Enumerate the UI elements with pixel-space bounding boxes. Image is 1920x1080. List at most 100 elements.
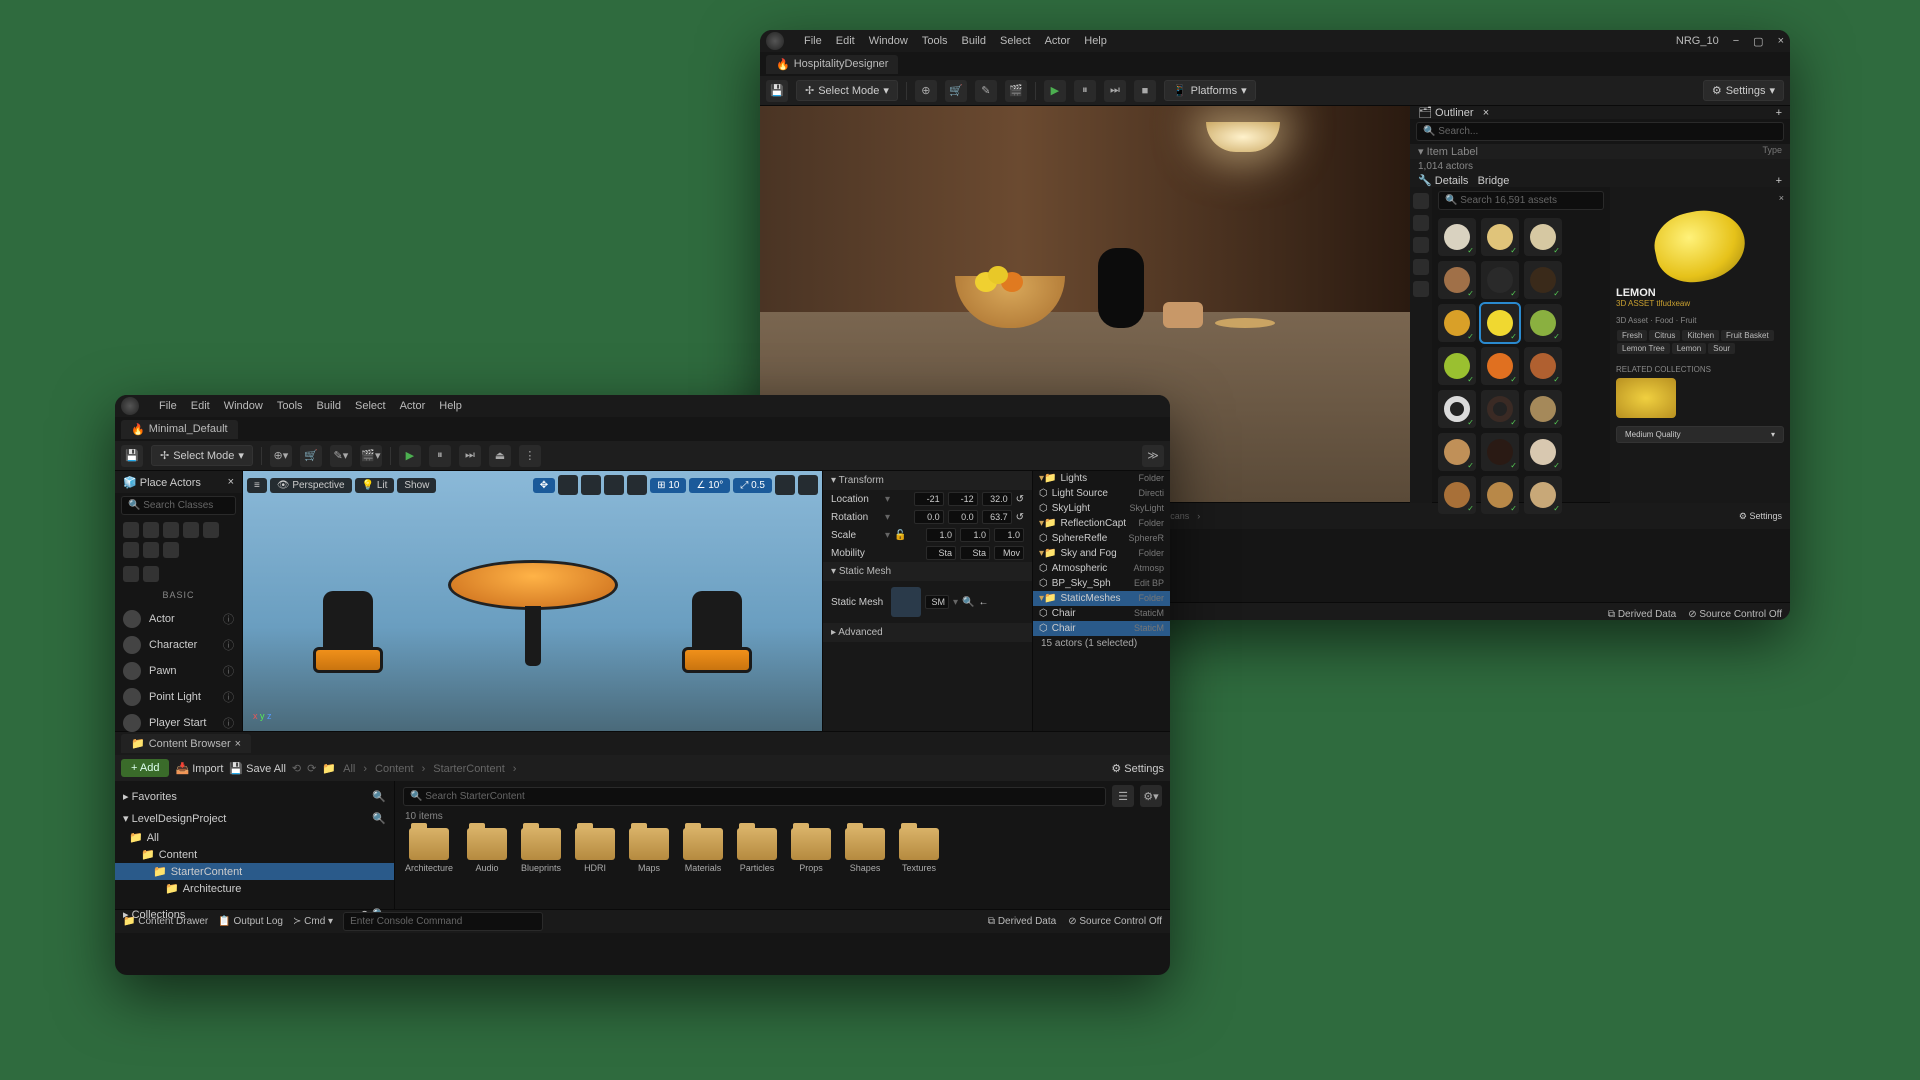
place-search[interactable]: 🔍 Search Classes [121, 496, 236, 515]
cmd-dropdown[interactable]: ≻ Cmd ▾ [293, 916, 333, 927]
place-item-pawn[interactable]: Pawnⓘ [115, 658, 242, 684]
asset-thumb[interactable]: ✓ [1438, 390, 1476, 428]
history-back-icon[interactable]: ⟲ [292, 762, 301, 775]
asset-thumb[interactable]: ✓ [1524, 261, 1562, 299]
angle-snap[interactable]: ∠ 10° [689, 478, 730, 493]
vol-icon[interactable] [143, 542, 159, 558]
folder-audio[interactable]: Audio [467, 828, 507, 873]
folder-shapes[interactable]: Shapes [845, 828, 885, 873]
asset-thumb[interactable]: ✓ [1438, 304, 1476, 342]
loc-z[interactable]: 32.0 [982, 492, 1012, 506]
platforms-dropdown[interactable]: 📱 Platforms ▾ [1164, 80, 1256, 101]
all-icon[interactable] [163, 542, 179, 558]
output-log-button[interactable]: 📋 Output Log [218, 916, 283, 927]
place-item-player-start[interactable]: Player Startⓘ [115, 710, 242, 736]
level-tab[interactable]: 🔥Minimal_Default [121, 420, 238, 439]
collection-icon[interactable] [1413, 215, 1429, 231]
mob-static[interactable]: Sta [926, 546, 956, 560]
favorite-icon[interactable] [1413, 259, 1429, 275]
rot-y[interactable]: 0.0 [948, 510, 978, 524]
rot-z[interactable]: 63.7 [982, 510, 1012, 524]
outliner-item[interactable]: ⬡BP_Sky_SphEdit BP [1033, 576, 1170, 591]
folder-particles[interactable]: Particles [737, 828, 777, 873]
cinematics-icon[interactable]: 🎬 [1005, 80, 1027, 102]
place-item-point-light[interactable]: Point Lightⓘ [115, 684, 242, 710]
menu-select[interactable]: Select [355, 400, 386, 412]
asset-thumb[interactable]: ✓ [1524, 218, 1562, 256]
outliner-item[interactable]: ▾📁LightsFolder [1033, 471, 1170, 486]
browse-icon[interactable]: 🔍 [962, 597, 974, 608]
source-control[interactable]: ⊘ Source Control Off [1688, 609, 1782, 620]
add-content-icon[interactable]: ⊕ [915, 80, 937, 102]
info-icon[interactable]: ⓘ [223, 689, 234, 705]
asset-thumb[interactable]: ✓ [1438, 433, 1476, 471]
select-mode-dropdown[interactable]: ✢ Select Mode ▾ [796, 80, 898, 101]
menu-actor[interactable]: Actor [400, 400, 426, 412]
vp-show[interactable]: Show [397, 478, 436, 493]
basic-icon[interactable] [143, 522, 159, 538]
skip-button[interactable]: ⏭ [459, 445, 481, 467]
outliner-item[interactable]: ▾📁StaticMeshesFolder [1033, 591, 1170, 606]
launch-options-icon[interactable]: ⋮ [519, 445, 541, 467]
saveall-button[interactable]: 💾 Save All [229, 762, 286, 775]
viewport[interactable]: ≡ 👁 Perspective 💡 Lit Show ✥ ⊞ 10 ∠ 10° … [243, 471, 822, 731]
shapes-icon[interactable] [183, 522, 199, 538]
select-mode-dropdown[interactable]: ✢ Select Mode ▾ [151, 445, 253, 466]
tag-pill[interactable]: Sour [1708, 343, 1735, 354]
asset-thumb[interactable]: ✓ [1481, 476, 1519, 514]
place-category-icons[interactable] [115, 518, 242, 562]
vp-lit[interactable]: 💡 Lit [355, 478, 395, 493]
quality-dropdown[interactable]: Medium Quality▾ [1616, 426, 1784, 443]
filter-icon[interactable]: ☰ [1112, 785, 1134, 807]
outliner-item[interactable]: ⬡ChairStaticM [1033, 621, 1170, 636]
menu-edit[interactable]: Edit [836, 35, 855, 47]
console-input[interactable]: Enter Console Command [343, 912, 543, 931]
level-tab[interactable]: 🔥HospitalityDesigner [766, 55, 898, 74]
asset-thumb[interactable]: ✓ [1524, 304, 1562, 342]
menu-select[interactable]: Select [1000, 35, 1031, 47]
place-item-actor[interactable]: Actorⓘ [115, 606, 242, 632]
save-icon[interactable]: 💾 [121, 445, 143, 467]
home-icon[interactable] [1413, 193, 1429, 209]
grid-icon[interactable] [123, 566, 139, 582]
list-icon[interactable] [143, 566, 159, 582]
reset-icon[interactable]: ↺ [1016, 494, 1024, 505]
surface-snap-icon[interactable] [627, 475, 647, 495]
mesh-thumb-icon[interactable] [891, 587, 921, 617]
add-content-icon[interactable]: ⊕▾ [270, 445, 292, 467]
cb-search[interactable]: 🔍 Search StarterContent [403, 787, 1106, 806]
scl-z[interactable]: 1.0 [994, 528, 1024, 542]
history-fwd-icon[interactable]: ⟳ [307, 762, 316, 775]
gizmo-world-icon[interactable] [604, 475, 624, 495]
visual-icon[interactable] [123, 542, 139, 558]
gizmo-move-icon[interactable]: ✥ [533, 478, 555, 493]
details-tab[interactable]: 🔧 Details [1418, 175, 1468, 187]
menu-tools[interactable]: Tools [277, 400, 303, 412]
derived-data[interactable]: ⧉ Derived Data [988, 916, 1056, 927]
pause-button[interactable]: ⏸ [1074, 80, 1096, 102]
menu-build[interactable]: Build [317, 400, 341, 412]
asset-thumb[interactable]: ✓ [1438, 218, 1476, 256]
outliner-item[interactable]: ▾📁ReflectionCaptFolder [1033, 516, 1170, 531]
blueprints-icon[interactable]: ✎ [975, 80, 997, 102]
add-button[interactable]: + Add [121, 759, 169, 777]
tree-item[interactable]: 📁Content [115, 846, 394, 863]
tag-pill[interactable]: Citrus [1649, 330, 1680, 341]
staticmesh-header[interactable]: ▾ Static Mesh [823, 562, 1032, 581]
source-control[interactable]: ⊘ Source Control Off [1068, 916, 1162, 927]
favorites-header[interactable]: ▸ Favorites [123, 790, 177, 803]
scl-y[interactable]: 1.0 [960, 528, 990, 542]
related-thumb-icon[interactable] [1616, 378, 1676, 418]
maximize-icon[interactable]: ▢ [1753, 35, 1763, 48]
outliner-search[interactable]: 🔍 Search... [1416, 122, 1784, 141]
rot-x[interactable]: 0.0 [914, 510, 944, 524]
folder-materials[interactable]: Materials [683, 828, 723, 873]
bridge-search[interactable]: 🔍 Search 16,591 assets [1438, 191, 1604, 210]
search-icon[interactable]: 🔍 [372, 812, 386, 825]
eject-button[interactable]: ⏏ [489, 445, 511, 467]
transform-header[interactable]: ▾ Transform [823, 471, 1032, 490]
asset-thumb[interactable]: ✓ [1438, 261, 1476, 299]
play-button[interactable]: ▶ [1044, 80, 1066, 102]
settings-dropdown[interactable]: ⚙ Settings ▾ [1703, 80, 1784, 101]
close-icon[interactable]: × [1778, 35, 1784, 47]
